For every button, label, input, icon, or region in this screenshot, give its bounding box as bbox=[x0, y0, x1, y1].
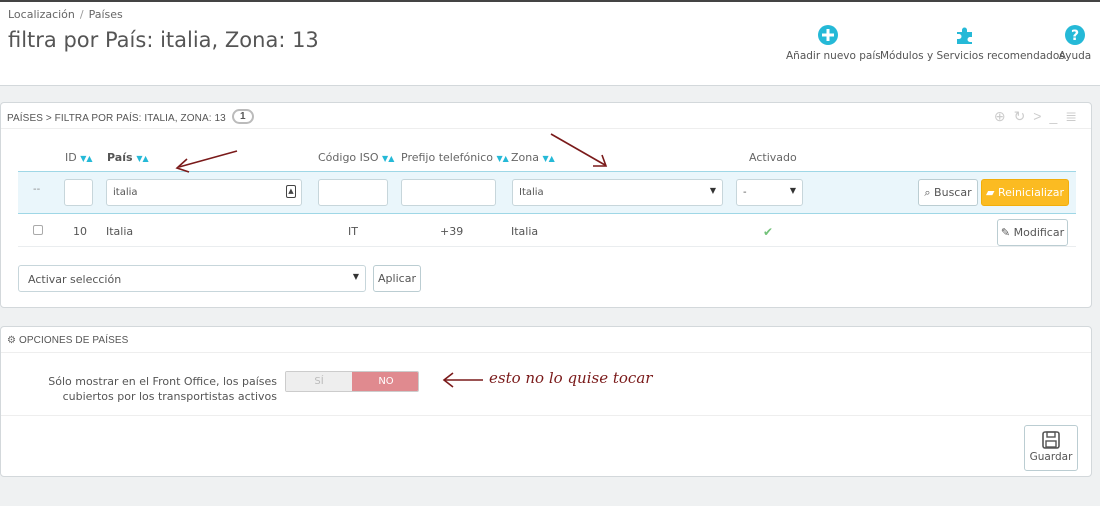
reset-button-label: Reinicializar bbox=[997, 186, 1064, 199]
chevron-down-icon: ▼ bbox=[709, 186, 716, 195]
country-options-panel: ⚙ OPCIONES DE PAÍSES Sólo mostrar en el … bbox=[0, 326, 1092, 477]
active-filter-select[interactable]: - ▼ bbox=[736, 179, 803, 206]
row-country: Italia bbox=[106, 225, 134, 238]
count-badge: 1 bbox=[231, 109, 254, 124]
edit-button[interactable]: ✎ Modificar bbox=[997, 219, 1068, 246]
sort-arrows-icon[interactable]: ▼▲ bbox=[136, 154, 148, 163]
filter-row: -- italia ▲ Italia ▼ - ▼ ⌕ Buscar ▰ Rein… bbox=[18, 171, 1076, 214]
active-check-icon[interactable]: ✔ bbox=[763, 225, 773, 239]
list-heading-text: PAÍSES > FILTRA POR PAÍS: ITALIA, ZONA: … bbox=[7, 113, 226, 124]
bulk-action-value: Activar selección bbox=[28, 273, 122, 286]
floppy-disk-icon bbox=[1042, 431, 1060, 449]
save-button[interactable]: Guardar bbox=[1024, 425, 1078, 471]
sort-arrows-icon[interactable]: ▼▲ bbox=[497, 154, 509, 163]
chevron-down-icon: ▼ bbox=[789, 186, 796, 195]
column-header-active: Activado bbox=[749, 151, 797, 164]
zone-filter-value: Italia bbox=[519, 187, 544, 198]
help-button[interactable]: ? Ayuda bbox=[1057, 24, 1093, 62]
chevron-down-icon: ▼ bbox=[352, 272, 359, 281]
country-filter-value: italia bbox=[113, 187, 138, 198]
recommended-modules-button[interactable]: Módulos y Servicios recomendados bbox=[880, 24, 1065, 62]
row-checkbox[interactable] bbox=[33, 225, 43, 235]
pencil-icon: ✎ bbox=[1000, 226, 1011, 239]
column-iso-label: Código ISO bbox=[318, 151, 379, 164]
column-header-country[interactable]: País ▼▲ bbox=[107, 151, 149, 164]
search-button-label: Buscar bbox=[934, 186, 972, 199]
add-country-label: Añadir nuevo país bbox=[786, 50, 881, 62]
page-header: Localización / Países filtra por País: ita… bbox=[0, 0, 1100, 86]
annotation-arrow-down bbox=[550, 133, 608, 167]
bulk-select-placeholder: -- bbox=[33, 184, 41, 195]
table-row[interactable]: 10 Italia IT +39 Italia ✔ ✎ Modificar bbox=[18, 215, 1076, 247]
search-button[interactable]: ⌕ Buscar bbox=[918, 179, 978, 206]
options-heading-text: OPCIONES DE PAÍSES bbox=[18, 335, 129, 346]
switch-no[interactable]: NO bbox=[352, 372, 418, 391]
reset-button[interactable]: ▰ Reinicializar bbox=[981, 179, 1069, 206]
question-circle-icon: ? bbox=[1065, 25, 1085, 45]
page-title: filtra por País: italia, Zona: 13 bbox=[8, 28, 319, 52]
eraser-icon: ▰ bbox=[986, 186, 995, 199]
heading-actions: ⊕↻>_≣ bbox=[994, 108, 1085, 125]
option-label: Sólo mostrar en el Front Office, los paí… bbox=[48, 375, 277, 403]
database-icon[interactable]: ≣ bbox=[1065, 108, 1085, 124]
list-panel-heading: PAÍSES > FILTRA POR PAÍS: ITALIA, ZONA: … bbox=[1, 103, 1091, 129]
add-country-button[interactable]: Añadir nuevo país bbox=[786, 24, 881, 62]
row-id: 10 bbox=[73, 225, 87, 238]
refresh-icon[interactable]: ↻ bbox=[1014, 108, 1034, 124]
apply-button[interactable]: Aplicar bbox=[373, 265, 421, 292]
save-button-label: Guardar bbox=[1029, 451, 1073, 463]
add-icon[interactable]: ⊕ bbox=[994, 108, 1014, 124]
breadcrumb-separator: / bbox=[79, 8, 84, 21]
annotation-arrow-switch bbox=[442, 372, 483, 388]
countries-list-panel: PAÍSES > FILTRA POR PAÍS: ITALIA, ZONA: … bbox=[0, 102, 1092, 308]
row-zone: Italia bbox=[511, 225, 539, 238]
id-filter-input[interactable] bbox=[64, 179, 93, 206]
sort-arrows-icon[interactable]: ▼▲ bbox=[382, 154, 394, 163]
autofill-contact-icon[interactable]: ▲ bbox=[286, 185, 296, 198]
breadcrumb: Localización / Países bbox=[8, 8, 123, 21]
phone-filter-input[interactable] bbox=[401, 179, 496, 206]
sort-arrows-icon[interactable]: ▼▲ bbox=[80, 154, 92, 163]
svg-text:?: ? bbox=[1071, 28, 1079, 44]
bulk-action-select[interactable]: Activar selección ▼ bbox=[18, 265, 366, 292]
search-icon: ⌕ bbox=[924, 186, 931, 199]
recommended-modules-label: Módulos y Servicios recomendados bbox=[880, 50, 1065, 62]
zone-filter-select[interactable]: Italia ▼ bbox=[512, 179, 723, 206]
column-header-iso[interactable]: Código ISO ▼▲ bbox=[318, 151, 394, 164]
column-country-label: País bbox=[107, 151, 133, 164]
plus-circle-icon bbox=[818, 25, 838, 45]
help-label: Ayuda bbox=[1058, 50, 1092, 62]
column-header-id[interactable]: ID ▼▲ bbox=[65, 151, 93, 164]
column-zone-label: Zona bbox=[511, 151, 539, 164]
options-panel-heading: ⚙ OPCIONES DE PAÍSES bbox=[1, 327, 1091, 353]
edit-button-label: Modificar bbox=[1013, 226, 1065, 239]
column-phone-label: Prefijo telefónico bbox=[401, 151, 494, 164]
annotation-arrow-left bbox=[175, 150, 238, 173]
cogs-icon: ⚙ bbox=[7, 335, 17, 346]
iso-filter-input[interactable] bbox=[318, 179, 388, 206]
row-iso: IT bbox=[348, 225, 358, 238]
sql-terminal-icon[interactable]: >_ bbox=[1033, 108, 1065, 124]
breadcrumb-countries[interactable]: Países bbox=[89, 8, 123, 21]
switch-yes[interactable]: SÍ bbox=[286, 372, 352, 391]
column-id-label: ID bbox=[65, 151, 77, 164]
panel-footer-divider bbox=[1, 415, 1091, 416]
annotation-text: esto no lo quise tocar bbox=[489, 369, 653, 387]
active-filter-value: - bbox=[743, 187, 747, 198]
row-phone: +39 bbox=[440, 225, 464, 238]
breadcrumb-localization[interactable]: Localización bbox=[8, 8, 75, 21]
puzzle-icon bbox=[957, 27, 972, 44]
front-office-switch[interactable]: SÍ NO bbox=[285, 371, 419, 392]
column-header-phone[interactable]: Prefijo telefónico ▼▲ bbox=[401, 151, 509, 164]
country-filter-input[interactable]: italia ▲ bbox=[106, 179, 302, 206]
